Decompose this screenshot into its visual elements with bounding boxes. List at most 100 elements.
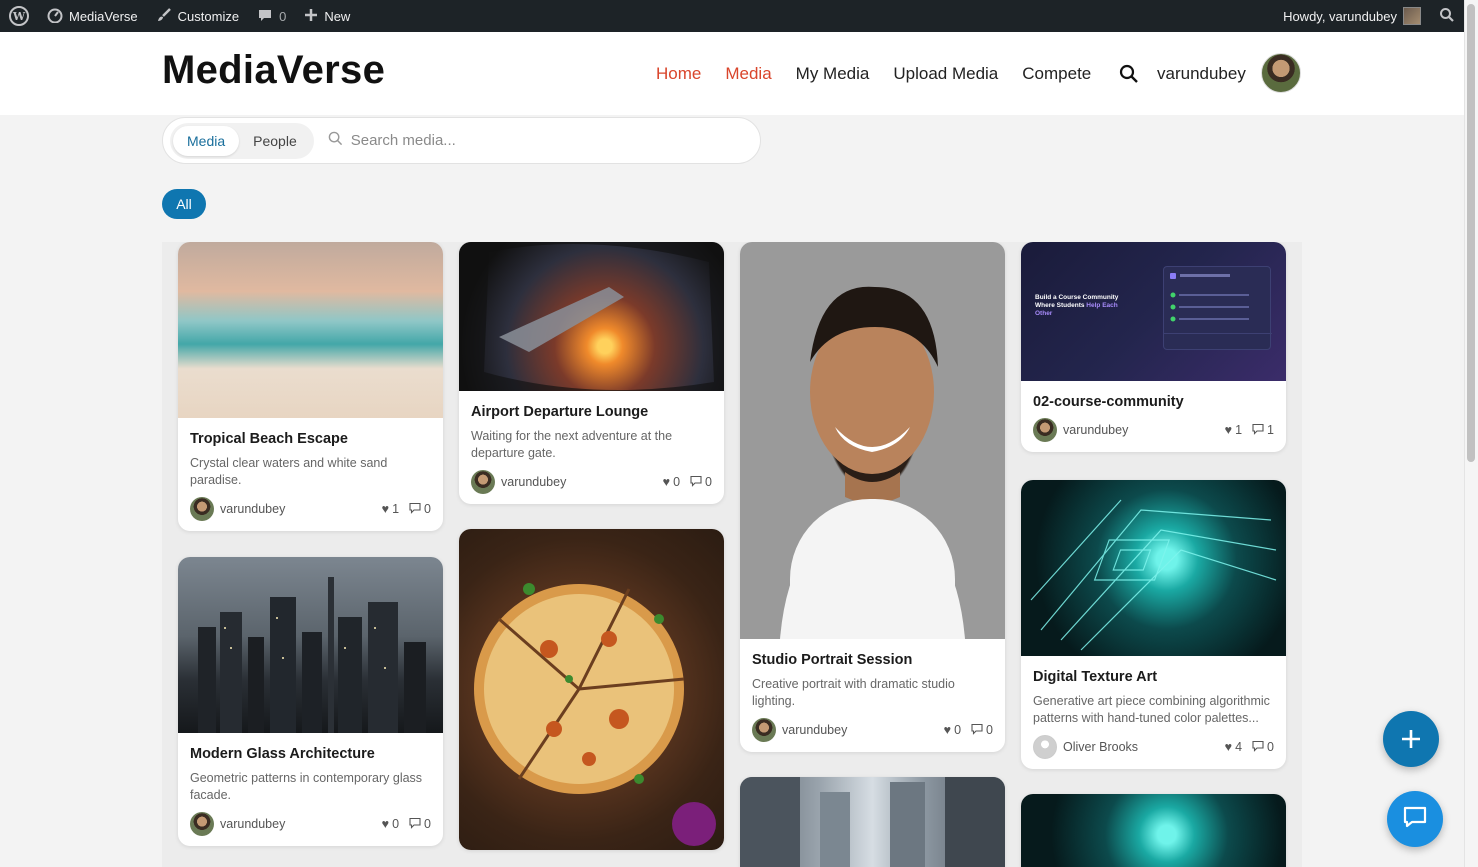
tab-people[interactable]: People bbox=[239, 126, 311, 156]
brush-icon bbox=[156, 7, 172, 26]
media-thumbnail[interactable] bbox=[740, 777, 1005, 867]
like-button[interactable]: ♥ 0 bbox=[663, 475, 680, 489]
media-thumbnail[interactable]: Build a Course Community Where Students … bbox=[1021, 242, 1286, 381]
comment-icon bbox=[1252, 740, 1264, 755]
media-card[interactable]: Modern Glass Architecture Geometric patt… bbox=[178, 557, 443, 846]
chat-icon bbox=[1402, 804, 1428, 835]
media-thumbnail[interactable] bbox=[1021, 480, 1286, 656]
like-count: 1 bbox=[392, 502, 400, 516]
like-button[interactable]: ♥ 0 bbox=[944, 723, 961, 737]
admin-site-name-label: MediaVerse bbox=[69, 8, 138, 24]
author-avatar[interactable] bbox=[190, 497, 214, 521]
card-title[interactable]: Tropical Beach Escape bbox=[190, 431, 431, 447]
chat-button[interactable] bbox=[1387, 791, 1443, 847]
card-footer: varundubey ♥ 0 0 bbox=[752, 718, 993, 742]
media-card[interactable]: Studio Portrait Session Creative portrai… bbox=[740, 242, 1005, 752]
admin-customize[interactable]: Customize bbox=[147, 0, 248, 32]
like-button[interactable]: ♥ 0 bbox=[382, 817, 399, 831]
nav-upload-media[interactable]: Upload Media bbox=[893, 64, 998, 84]
comment-count: 0 bbox=[424, 502, 431, 516]
card-title[interactable]: Modern Glass Architecture bbox=[190, 746, 431, 762]
comment-button[interactable]: 0 bbox=[1252, 740, 1274, 755]
add-media-button[interactable] bbox=[1383, 711, 1439, 767]
card-author[interactable]: varundubey bbox=[782, 723, 847, 737]
page-scrollbar[interactable] bbox=[1464, 0, 1478, 867]
wordpress-menu[interactable]: W bbox=[0, 0, 38, 32]
card-footer: varundubey ♥ 1 1 bbox=[1033, 418, 1274, 442]
course-line-2: Where Students Help Each bbox=[1035, 302, 1118, 310]
comment-button[interactable]: 0 bbox=[409, 502, 431, 517]
card-author[interactable]: varundubey bbox=[1063, 423, 1128, 437]
search-icon[interactable] bbox=[1119, 64, 1139, 84]
dashboard-icon bbox=[47, 7, 63, 26]
comment-button[interactable]: 0 bbox=[971, 723, 993, 738]
nav-username[interactable]: varundubey bbox=[1157, 64, 1246, 84]
card-footer: varundubey ♥ 1 0 bbox=[190, 497, 431, 521]
author-avatar[interactable] bbox=[471, 470, 495, 494]
author-avatar[interactable] bbox=[190, 812, 214, 836]
scrollbar-thumb[interactable] bbox=[1467, 4, 1475, 462]
card-author[interactable]: varundubey bbox=[220, 817, 285, 831]
nav-compete[interactable]: Compete bbox=[1022, 64, 1091, 84]
tab-media[interactable]: Media bbox=[173, 125, 240, 156]
card-title[interactable]: Studio Portrait Session bbox=[752, 652, 993, 668]
media-card[interactable]: Digital Texture Art Generative art piece… bbox=[1021, 480, 1286, 769]
media-card[interactable]: Build a Course Community Where Students … bbox=[1021, 242, 1286, 452]
media-card[interactable] bbox=[740, 777, 1005, 867]
card-footer: Oliver Brooks ♥ 4 0 bbox=[1033, 735, 1274, 759]
site-title[interactable]: MediaVerse bbox=[162, 48, 385, 93]
card-title[interactable]: Airport Departure Lounge bbox=[471, 404, 712, 420]
card-footer: varundubey ♥ 0 0 bbox=[190, 812, 431, 836]
media-card[interactable] bbox=[1021, 794, 1286, 867]
user-avatar[interactable] bbox=[1261, 53, 1301, 93]
media-thumbnail[interactable] bbox=[1021, 794, 1286, 867]
comment-bubble-icon bbox=[257, 7, 273, 26]
admin-avatar bbox=[1403, 7, 1421, 25]
card-author[interactable]: varundubey bbox=[501, 475, 566, 489]
author-avatar[interactable] bbox=[752, 718, 776, 742]
comment-button[interactable]: 0 bbox=[409, 817, 431, 832]
media-thumbnail[interactable] bbox=[459, 242, 724, 391]
card-author[interactable]: varundubey bbox=[220, 502, 285, 516]
comment-icon bbox=[409, 502, 421, 517]
card-description: Creative portrait with dramatic studio l… bbox=[752, 677, 955, 708]
admin-comments[interactable]: 0 bbox=[248, 0, 295, 32]
course-preview-panel bbox=[1163, 266, 1272, 350]
card-description: Crystal clear waters and white sand para… bbox=[190, 456, 388, 487]
media-thumbnail[interactable] bbox=[459, 529, 724, 850]
course-line-3: Other bbox=[1035, 310, 1053, 317]
card-title[interactable]: Digital Texture Art bbox=[1033, 669, 1274, 685]
card-description: Waiting for the next adventure at the de… bbox=[471, 429, 673, 460]
nav-home[interactable]: Home bbox=[656, 64, 701, 84]
like-button[interactable]: ♥ 1 bbox=[1225, 423, 1242, 437]
site-header: MediaVerse Home Media My Media Upload Me… bbox=[0, 32, 1464, 115]
admin-search[interactable] bbox=[1430, 0, 1464, 32]
like-button[interactable]: ♥ 1 bbox=[382, 502, 399, 516]
search-input[interactable]: Search media... bbox=[328, 131, 456, 150]
media-card[interactable]: Airport Departure Lounge Waiting for the… bbox=[459, 242, 724, 504]
author-avatar[interactable] bbox=[1033, 418, 1057, 442]
nav-media[interactable]: Media bbox=[725, 64, 771, 84]
media-thumbnail[interactable] bbox=[178, 557, 443, 733]
wordpress-icon: W bbox=[9, 6, 29, 26]
like-button[interactable]: ♥ 4 bbox=[1225, 740, 1242, 754]
admin-account[interactable]: Howdy, varundubey bbox=[1274, 0, 1430, 32]
comment-button[interactable]: 0 bbox=[690, 475, 712, 490]
admin-new[interactable]: New bbox=[295, 0, 359, 32]
search-icon bbox=[1439, 7, 1455, 26]
heart-icon: ♥ bbox=[943, 723, 952, 737]
card-title[interactable]: 02-course-community bbox=[1033, 394, 1274, 410]
media-card[interactable]: Tropical Beach Escape Crystal clear wate… bbox=[178, 242, 443, 531]
card-author[interactable]: Oliver Brooks bbox=[1063, 740, 1138, 754]
course-line-1: Build a Course Community bbox=[1035, 294, 1119, 301]
media-thumbnail[interactable] bbox=[178, 242, 443, 418]
filter-all-chip[interactable]: All bbox=[162, 189, 206, 219]
nav-my-media[interactable]: My Media bbox=[796, 64, 870, 84]
comment-button[interactable]: 1 bbox=[1252, 423, 1274, 438]
admin-bar: W MediaVerse Customize 0 New Howdy, varu… bbox=[0, 0, 1464, 32]
media-card[interactable] bbox=[459, 529, 724, 850]
author-avatar[interactable] bbox=[1033, 735, 1057, 759]
media-thumbnail[interactable] bbox=[740, 242, 1005, 639]
admin-site-name[interactable]: MediaVerse bbox=[38, 0, 147, 32]
search-icon bbox=[328, 131, 343, 150]
